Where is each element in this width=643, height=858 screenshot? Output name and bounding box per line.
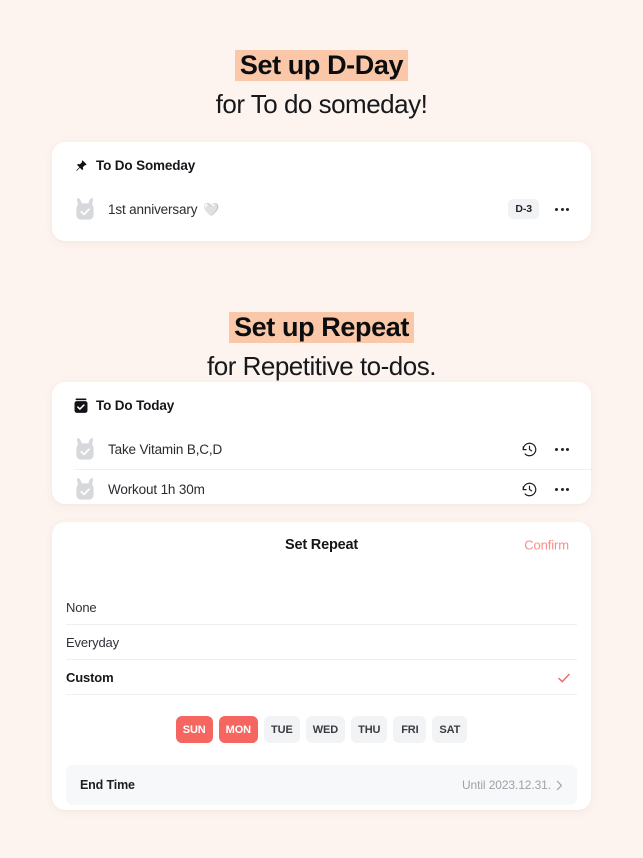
end-time-value-group[interactable]: Until 2023.12.31. [462, 778, 563, 792]
history-clock-icon[interactable] [521, 481, 538, 498]
more-dots-icon[interactable] [555, 441, 569, 457]
panel-title: Set Repeat [285, 537, 358, 553]
pushpin-icon [74, 158, 88, 174]
card-title: To Do Someday [96, 158, 196, 173]
option-label: Custom [66, 670, 114, 685]
panel-gap [52, 568, 591, 590]
heading-highlight-text: Set up D-Day [234, 50, 409, 82]
todo-today-card: To Do Today Take Vitamin B,C,D Workout 1… [52, 382, 591, 504]
set-repeat-panel: Set Repeat Confirm None Everyday Custom … [52, 522, 591, 810]
weekday-chip-sun[interactable]: SUN [175, 716, 213, 743]
weekday-chip-mon[interactable]: MON [218, 716, 259, 743]
repeat-option-none[interactable]: None [52, 590, 591, 625]
end-time-value: Until 2023.12.31. [461, 778, 551, 792]
heading-highlight-text: Set up Repeat [229, 312, 414, 344]
card-title: To Do Today [96, 398, 175, 413]
end-time-row[interactable]: End Time Until 2023.12.31. [66, 765, 577, 805]
weekday-chip-tue[interactable]: TUE [264, 716, 300, 743]
weekday-chip-thu[interactable]: THU [351, 716, 388, 743]
option-label: Everyday [66, 635, 119, 650]
bunny-checkbox-icon[interactable] [74, 197, 96, 221]
weekday-chip-fri[interactable]: FRI [393, 716, 427, 743]
card-header-today: To Do Today [52, 382, 591, 429]
set-repeat-header: Set Repeat Confirm [52, 522, 591, 568]
option-label: None [66, 600, 97, 615]
todo-row[interactable]: Take Vitamin B,C,D [52, 429, 591, 469]
repeat-option-everyday[interactable]: Everyday [52, 625, 591, 660]
dday-badge[interactable]: D-3 [508, 199, 539, 219]
more-dots-icon[interactable] [555, 481, 569, 497]
page-root: Set up D-Day for To do someday! To Do So… [0, 0, 643, 858]
todo-someday-card: To Do Someday 1st anniversary 🤍 D-3 [52, 142, 591, 241]
section-heading-dday: Set up D-Day for To do someday! [0, 0, 643, 121]
weekday-chip-wed[interactable]: WED [305, 716, 346, 743]
todo-label: Workout 1h 30m [108, 481, 205, 497]
check-icon [557, 671, 571, 685]
todo-label: 1st anniversary [108, 201, 198, 217]
todo-row[interactable]: 1st anniversary 🤍 D-3 [52, 189, 591, 229]
card-header-someday: To Do Someday [52, 142, 591, 189]
todo-label: Take Vitamin B,C,D [108, 441, 223, 457]
todo-row[interactable]: Workout 1h 30m [52, 469, 591, 509]
weekday-selector: SUN MON TUE WED THU FRI SAT [52, 695, 591, 765]
confirm-button[interactable]: Confirm [524, 538, 569, 553]
checkbox-checked-icon [74, 397, 88, 414]
history-clock-icon[interactable] [521, 441, 538, 458]
heading-line1: Set up Repeat [0, 312, 643, 344]
more-dots-icon[interactable] [555, 201, 569, 217]
bunny-checkbox-icon[interactable] [74, 477, 96, 501]
heading-line1: Set up D-Day [0, 50, 643, 82]
heading-line2: for To do someday! [215, 89, 428, 120]
weekday-chip-sat[interactable]: SAT [432, 716, 468, 743]
chevron-right-icon [556, 780, 563, 791]
section-heading-repeat: Set up Repeat for Repetitive to-dos. [0, 276, 643, 383]
bunny-checkbox-icon[interactable] [74, 437, 96, 461]
end-time-label: End Time [80, 778, 135, 792]
white-heart-icon: 🤍 [203, 201, 220, 217]
heading-line2: for Repetitive to-dos. [207, 351, 436, 382]
repeat-option-custom[interactable]: Custom [52, 660, 591, 695]
